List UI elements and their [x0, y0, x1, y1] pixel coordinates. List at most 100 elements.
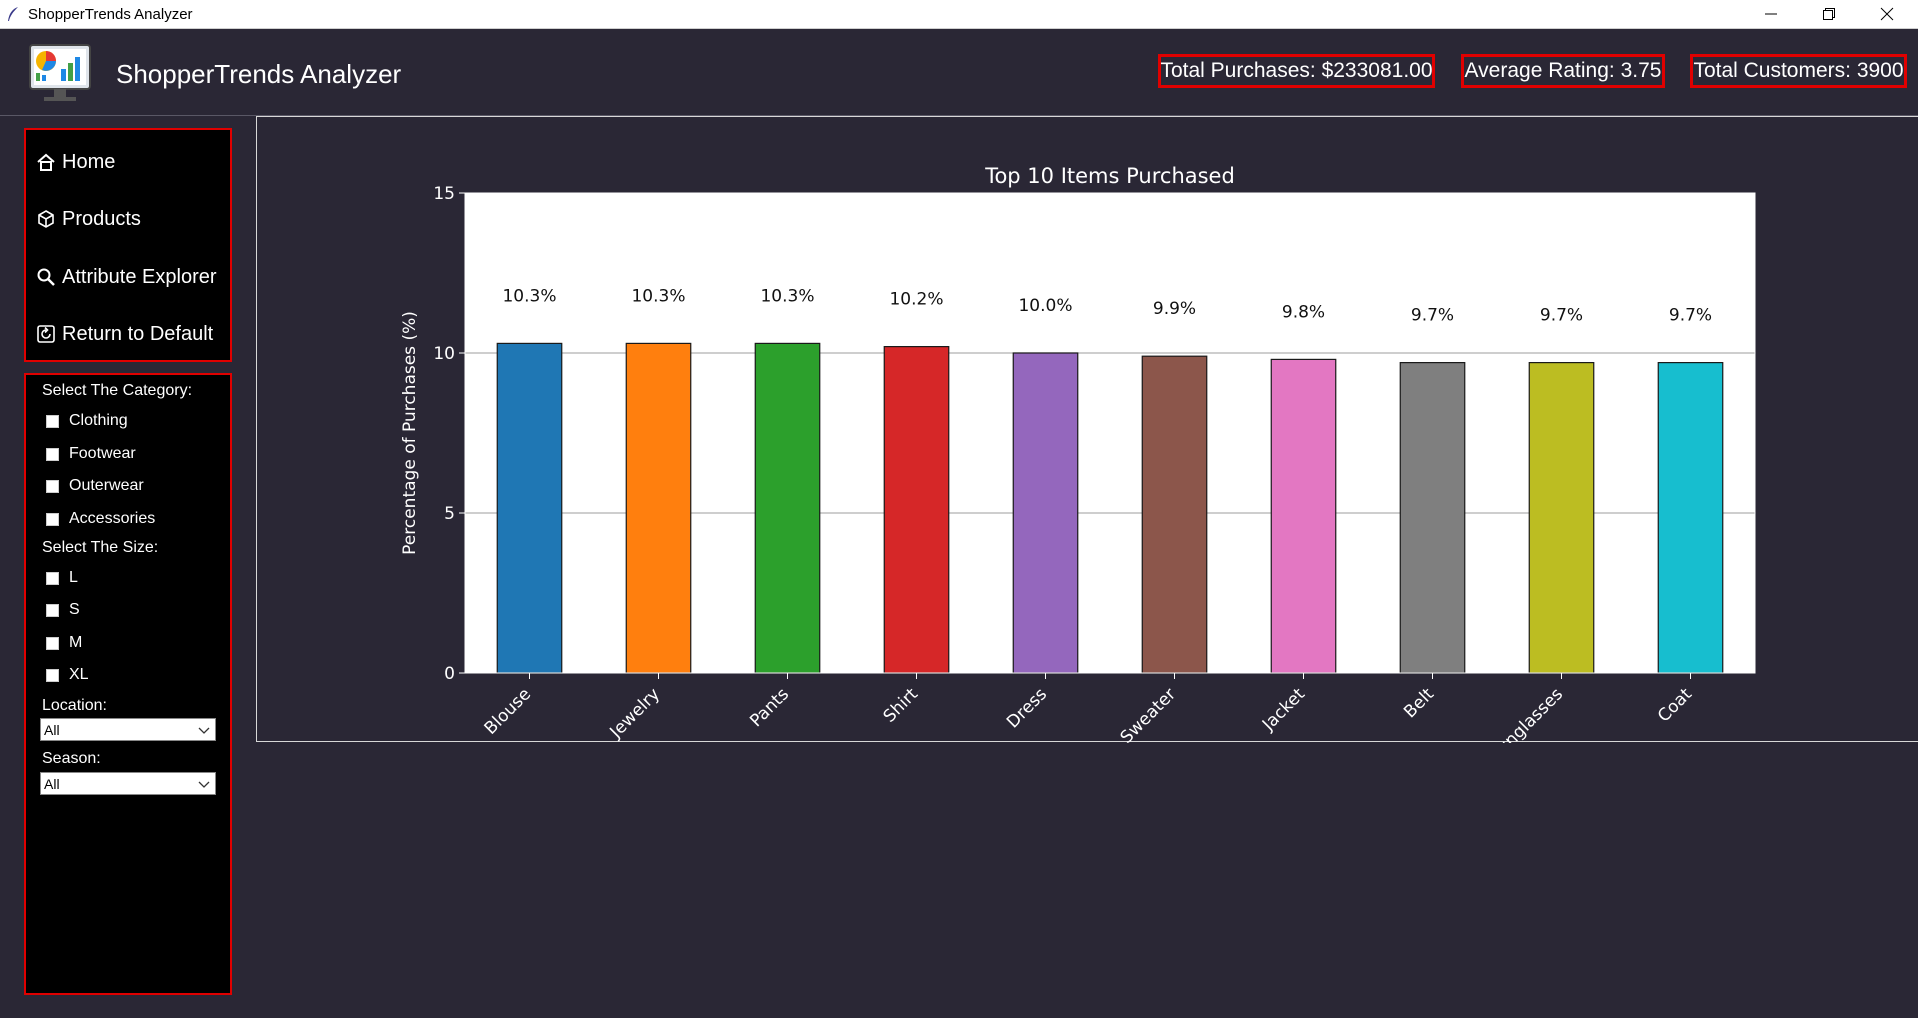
nav-item-home[interactable]: Home: [36, 142, 115, 182]
minimize-button[interactable]: [1742, 0, 1800, 28]
size-label: Select The Size:: [42, 539, 159, 556]
checkbox-box[interactable]: [46, 603, 59, 617]
x-tick-label: Coat: [1654, 684, 1696, 726]
category-checkbox-outerwear[interactable]: Outerwear: [46, 477, 144, 495]
checkbox-box[interactable]: [46, 668, 59, 682]
y-tick-label: 0: [444, 664, 455, 684]
restore-button[interactable]: [1800, 0, 1858, 28]
filter-panel: Select The Category: Clothing Footwear O…: [24, 373, 232, 995]
app-name: ShopperTrends Analyzer: [116, 59, 402, 89]
checkbox-label: Outerwear: [69, 477, 144, 494]
minimize-icon: [1765, 13, 1777, 15]
total-customers-badge: Total Customers: 3900: [1690, 54, 1907, 88]
category-checkbox-footwear[interactable]: Footwear: [46, 445, 136, 463]
season-label: Season:: [42, 750, 101, 767]
checkbox-box[interactable]: [46, 479, 59, 493]
checkbox-label: L: [69, 569, 78, 586]
sidebar-nav: Home Products Attribute Explorer Return …: [24, 128, 232, 362]
location-label: Location:: [42, 697, 107, 714]
checkbox-box[interactable]: [46, 414, 59, 428]
nav-item-attribute-explorer[interactable]: Attribute Explorer: [36, 257, 217, 297]
x-tick-label: Sunglasses: [1485, 684, 1567, 743]
checkbox-label: S: [69, 601, 80, 618]
close-button[interactable]: [1858, 0, 1916, 28]
season-select-value: All: [44, 776, 60, 792]
bar: [625, 342, 692, 674]
season-select[interactable]: All: [40, 772, 216, 795]
checkbox-box[interactable]: [46, 512, 59, 526]
data-label: 9.9%: [1153, 299, 1196, 319]
x-tick-label: Sweater: [1117, 684, 1180, 743]
chevron-down-icon: [198, 727, 210, 734]
bar: [1270, 358, 1337, 674]
size-checkbox-xl[interactable]: XL: [46, 666, 89, 684]
checkbox-box[interactable]: [46, 447, 59, 461]
x-tick-label: Shirt: [880, 684, 923, 727]
data-label: 9.7%: [1669, 306, 1712, 326]
bar: [1657, 362, 1724, 674]
location-select[interactable]: All: [40, 718, 216, 741]
x-tick-label: Dress: [1003, 684, 1051, 732]
data-label: 9.7%: [1411, 306, 1454, 326]
nav-item-label: Home: [62, 150, 116, 173]
checkbox-box[interactable]: [46, 636, 59, 650]
chart-panel: 0 5 10 15 10.3% Blouse 10.3% Jewelry 10.3% Pants 1…: [256, 116, 1918, 743]
chart-title: Top 10 Items Purchased: [984, 164, 1235, 188]
x-tick-label: Jewelry: [606, 684, 664, 742]
search-icon: [37, 268, 55, 286]
restore-icon: [1823, 8, 1835, 20]
checkbox-label: M: [69, 634, 83, 651]
nav-item-products[interactable]: Products: [36, 199, 141, 239]
close-icon: [1880, 7, 1894, 21]
x-tick-label: Pants: [746, 684, 793, 731]
y-tick-label: 10: [433, 344, 455, 364]
bar-chart: 0 5 10 15 10.3% Blouse 10.3% Jewelry 10.3% Pants 1…: [400, 164, 1756, 743]
category-checkbox-accessories[interactable]: Accessories: [46, 510, 155, 528]
y-axis-label: Percentage of Purchases (%): [400, 311, 420, 555]
data-label: 9.7%: [1540, 306, 1583, 326]
category-checkbox-clothing[interactable]: Clothing: [46, 412, 128, 430]
nav-item-label: Return to Default: [62, 322, 214, 345]
checkbox-box[interactable]: [46, 571, 59, 585]
reset-icon: [37, 325, 55, 343]
nav-item-label: Attribute Explorer: [62, 265, 217, 288]
checkbox-label: Accessories: [69, 510, 156, 527]
data-label: 10.3%: [631, 286, 685, 306]
x-tick-label: Jacket: [1258, 684, 1309, 735]
x-tick-label: Blouse: [481, 684, 535, 738]
bar: [883, 346, 950, 674]
window-title: ShopperTrends Analyzer: [28, 6, 193, 23]
checkbox-label: XL: [69, 666, 89, 683]
location-select-value: All: [44, 722, 60, 738]
average-rating-badge: Average Rating: 3.75: [1461, 54, 1665, 88]
data-label: 10.3%: [760, 286, 814, 306]
nav-item-label: Products: [62, 207, 141, 230]
data-label: 10.0%: [1018, 296, 1072, 316]
chevron-down-icon: [198, 781, 210, 788]
dashboard-monitor-icon: [29, 44, 91, 101]
app-header: ShopperTrends Analyzer Total Purchases: …: [0, 29, 1918, 116]
box-icon: [38, 210, 54, 228]
bar: [496, 342, 563, 674]
bar: [1399, 362, 1466, 674]
data-label: 10.3%: [502, 286, 556, 306]
window-title-bar: ShopperTrends Analyzer: [0, 0, 1918, 29]
y-tick-label: 15: [433, 184, 455, 204]
checkbox-label: Clothing: [69, 412, 128, 429]
bar: [1141, 355, 1208, 674]
size-checkbox-m[interactable]: M: [46, 634, 82, 652]
x-tick-label: Belt: [1400, 684, 1438, 722]
bar: [1012, 352, 1079, 674]
size-checkbox-l[interactable]: L: [46, 569, 78, 587]
size-checkbox-s[interactable]: S: [46, 601, 80, 619]
total-purchases-badge: Total Purchases: $233081.00: [1158, 54, 1435, 88]
home-icon: [37, 153, 55, 171]
nav-item-return-to-default[interactable]: Return to Default: [36, 314, 213, 354]
checkbox-label: Footwear: [69, 445, 136, 462]
bar: [1528, 362, 1595, 674]
bar: [754, 342, 821, 674]
data-label: 9.8%: [1282, 302, 1325, 322]
y-tick-label: 5: [444, 504, 455, 524]
data-label: 10.2%: [889, 290, 943, 310]
feather-icon: [8, 7, 18, 21]
